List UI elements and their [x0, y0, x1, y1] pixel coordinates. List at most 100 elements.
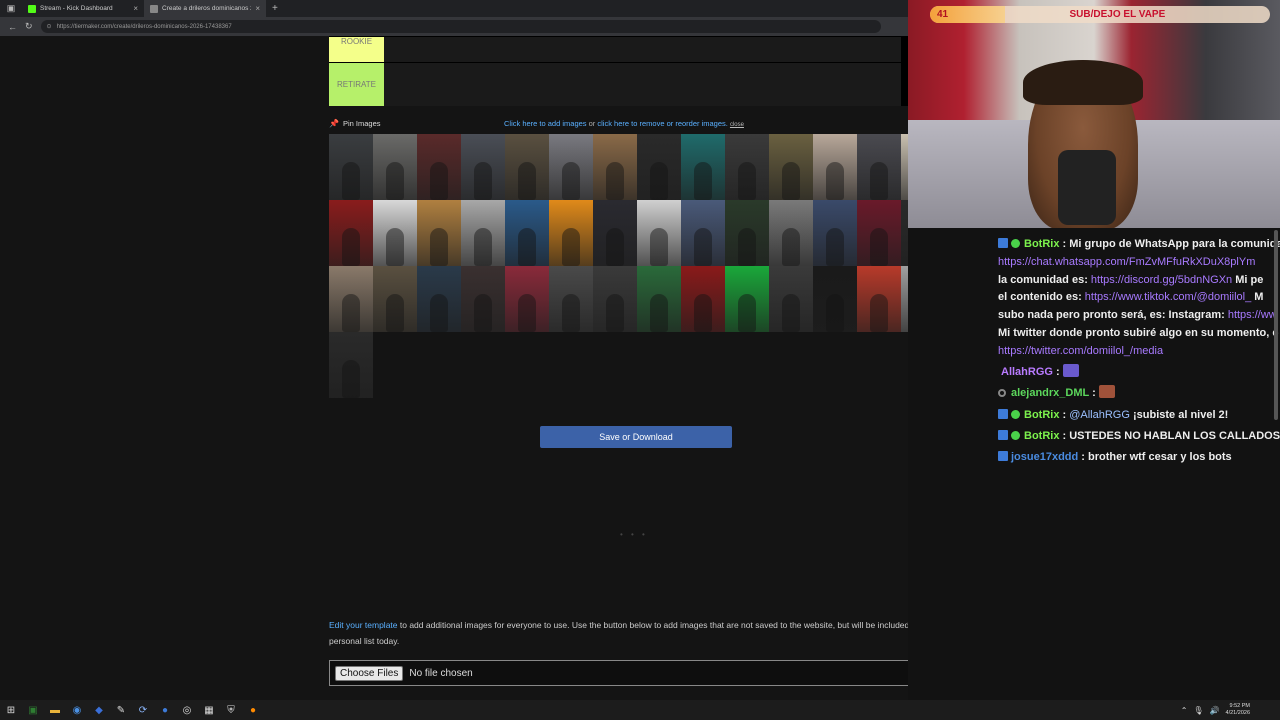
chat-scrollbar[interactable]	[1274, 230, 1278, 420]
tier-image-thumbnail[interactable]	[373, 266, 417, 332]
reorder-images-link[interactable]: click here to remove or reorder images.	[597, 119, 727, 128]
close-tab-icon[interactable]: ×	[133, 4, 138, 13]
chat-link[interactable]: https://ww	[1228, 309, 1277, 321]
tier-image-thumbnail[interactable]	[417, 266, 461, 332]
start-icon[interactable]: ⊞	[4, 703, 18, 717]
tier-image-thumbnail[interactable]	[549, 134, 593, 200]
tier-drop-area[interactable]	[384, 63, 908, 106]
loading-dots: • • •	[620, 530, 648, 539]
tier-image-thumbnail[interactable]	[725, 134, 769, 200]
tier-label-retirate[interactable]: RETIRATE	[329, 63, 384, 106]
thumbnail-person	[562, 228, 580, 266]
tier-image-thumbnail[interactable]	[813, 266, 857, 332]
tier-image-thumbnail[interactable]	[813, 134, 857, 200]
tier-image-thumbnail[interactable]	[637, 134, 681, 200]
tier-image-thumbnail[interactable]	[857, 266, 901, 332]
tier-image-thumbnail[interactable]	[329, 332, 373, 398]
chat-username[interactable]: BotRix	[1024, 238, 1059, 250]
taskbar: ⊞ ▣ ▬ ◉ ◆ ✎ ⟳ ● ◎ ▦ ⛨ ● ⌃ 🎙 🔊 9:52 PM 4/…	[0, 700, 1280, 720]
tier-image-thumbnail[interactable]	[637, 200, 681, 266]
url-field[interactable]: ⊙ https://tiermaker.com/create/drileros-…	[40, 20, 881, 33]
tier-image-thumbnail[interactable]	[505, 200, 549, 266]
tab-tiermaker[interactable]: Create a drileros dominicanos 20... ×	[144, 0, 266, 17]
chat-username[interactable]: BotRix	[1024, 430, 1059, 442]
chat-link[interactable]: https://www.tiktok.com/@domiilol_	[1085, 291, 1251, 303]
tier-image-thumbnail[interactable]	[813, 200, 857, 266]
tier-image-thumbnail[interactable]	[417, 200, 461, 266]
tier-image-thumbnail[interactable]	[769, 200, 813, 266]
tier-image-thumbnail[interactable]	[725, 200, 769, 266]
tier-image-thumbnail[interactable]	[593, 134, 637, 200]
tier-image-thumbnail[interactable]	[505, 134, 549, 200]
pin-images-label[interactable]: Pin Images	[343, 119, 381, 128]
tier-image-thumbnail[interactable]	[549, 266, 593, 332]
tier-image-thumbnail[interactable]	[681, 200, 725, 266]
tier-image-thumbnail[interactable]	[681, 266, 725, 332]
tier-image-thumbnail[interactable]	[593, 200, 637, 266]
tier-image-thumbnail[interactable]	[593, 266, 637, 332]
chat-link[interactable]: https://discord.gg/5bdnNGXn	[1091, 274, 1232, 286]
chat-message: josue17xddd : brother wtf cesar y los bo…	[998, 449, 1280, 467]
chat-link[interactable]: https://chat.whatsapp.com/FmZvMFfuRkXDuX…	[998, 256, 1255, 268]
image-pool	[329, 134, 945, 398]
clock[interactable]: 9:52 PM 4/21/2026	[1226, 703, 1250, 717]
tier-image-thumbnail[interactable]	[461, 266, 505, 332]
tier-image-thumbnail[interactable]	[505, 266, 549, 332]
folder-icon[interactable]: ▬	[48, 703, 62, 717]
tier-image-thumbnail[interactable]	[725, 266, 769, 332]
tier-image-thumbnail[interactable]	[549, 200, 593, 266]
tier-image-thumbnail[interactable]	[373, 134, 417, 200]
tier-image-thumbnail[interactable]	[329, 134, 373, 200]
edit-template-note: Edit your template to add additional ima…	[329, 617, 944, 649]
chat-link[interactable]: https://twitter.com/domiilol_/media	[998, 345, 1163, 357]
chat-username[interactable]: josue17xddd	[1011, 451, 1078, 463]
chat-username[interactable]: alejandrx_DML	[1011, 387, 1089, 399]
chat-username[interactable]: AllahRGG	[1001, 366, 1053, 378]
tier-image-thumbnail[interactable]	[769, 134, 813, 200]
edit-template-link[interactable]: Edit your template	[329, 620, 398, 630]
tier-image-thumbnail[interactable]	[461, 200, 505, 266]
file-upload-field[interactable]: Choose Files No file chosen	[329, 660, 944, 686]
tier-image-thumbnail[interactable]	[417, 134, 461, 200]
tier-image-thumbnail[interactable]	[461, 134, 505, 200]
tier-image-thumbnail[interactable]	[857, 134, 901, 200]
app-icon[interactable]: ◆	[92, 703, 106, 717]
new-tab-icon[interactable]: +	[266, 3, 284, 14]
reload-icon[interactable]: ↻	[25, 21, 33, 32]
chevron-up-icon[interactable]: ⌃	[1181, 706, 1188, 715]
choose-files-button[interactable]: Choose Files	[335, 665, 404, 681]
chat-text: Mi pe	[1232, 273, 1264, 286]
edit-note-text: to add additional images for everyone to…	[329, 620, 938, 646]
tier-image-thumbnail[interactable]	[681, 134, 725, 200]
shield-icon[interactable]: ⛨	[224, 703, 238, 717]
tier-image-thumbnail[interactable]	[329, 266, 373, 332]
tier-image-thumbnail[interactable]	[637, 266, 681, 332]
app-icon[interactable]: ▣	[26, 703, 40, 717]
pen-icon[interactable]: ✎	[114, 703, 128, 717]
tab-kick-dashboard[interactable]: Stream - Kick Dashboard ×	[22, 0, 144, 17]
obs-icon[interactable]: ◎	[180, 703, 194, 717]
add-images-link[interactable]: Click here to add images	[504, 119, 587, 128]
chat-username[interactable]: BotRix	[1024, 409, 1059, 421]
tier-row-retirate[interactable]: RETIRATE	[329, 62, 908, 106]
app-icon[interactable]: ●	[246, 703, 260, 717]
chrome-icon[interactable]: ◉	[70, 703, 84, 717]
app-icon[interactable]: ●	[158, 703, 172, 717]
tier-image-thumbnail[interactable]	[857, 200, 901, 266]
back-icon[interactable]: ←	[8, 22, 17, 32]
tier-image-thumbnail[interactable]	[769, 266, 813, 332]
site-info-icon[interactable]: ⊙	[47, 23, 52, 30]
tier-image-thumbnail[interactable]	[373, 200, 417, 266]
or-text: or	[586, 118, 598, 128]
chat-mention[interactable]: @AllahRGG	[1069, 409, 1130, 421]
steam-icon[interactable]: ⟳	[136, 703, 150, 717]
save-download-button[interactable]: Save or Download	[540, 426, 732, 448]
mic-icon[interactable]: 🎙	[1193, 706, 1203, 715]
volume-icon[interactable]: 🔊	[1210, 706, 1220, 715]
tier-image-thumbnail[interactable]	[329, 200, 373, 266]
close-link[interactable]: close	[730, 122, 744, 128]
window-menu-icon[interactable]: ▣	[0, 0, 22, 17]
pin-icon[interactable]: 📌	[329, 119, 339, 128]
calendar-icon[interactable]: ▦	[202, 703, 216, 717]
close-tab-icon[interactable]: ×	[255, 4, 260, 13]
